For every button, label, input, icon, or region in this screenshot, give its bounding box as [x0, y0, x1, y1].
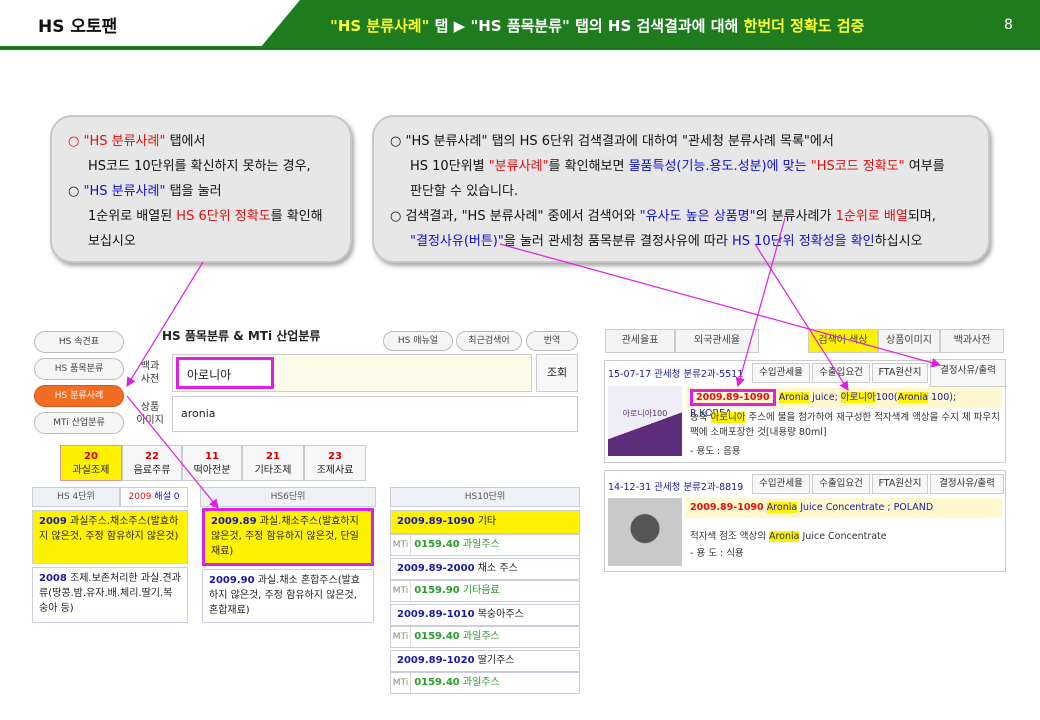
arrow-to-code: [735, 217, 786, 388]
connector-arrows: [126, 217, 942, 509]
arrow-to-cases-tab: [126, 261, 204, 388]
arrow-to-reason-button: [499, 243, 942, 368]
arrow-to-hs6: [126, 395, 219, 509]
arrow-to-product-name: [754, 243, 849, 392]
